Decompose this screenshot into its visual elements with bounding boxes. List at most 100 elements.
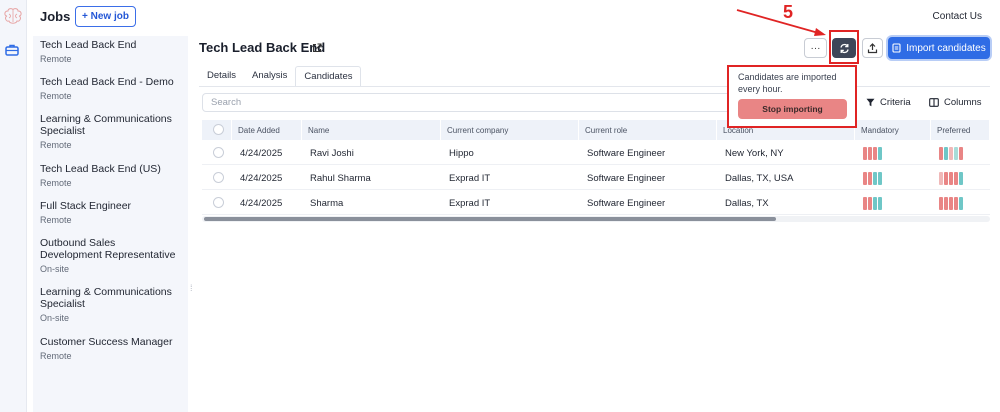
import-status-popover: Candidates are imported every hour. Stop… — [727, 65, 857, 128]
preferred-score-bars — [939, 197, 963, 210]
company-cell: Exprad IT — [449, 198, 491, 209]
score-bar — [878, 147, 882, 160]
job-list-item[interactable]: Tech Lead Back End - Demo Remote — [40, 76, 180, 102]
score-bar — [939, 172, 943, 185]
score-bar — [878, 172, 882, 185]
new-job-button[interactable]: + New job — [75, 6, 136, 27]
import-document-icon — [892, 43, 901, 53]
score-bar — [873, 172, 877, 185]
horizontal-scrollbar-thumb[interactable] — [204, 217, 776, 221]
score-bar — [939, 197, 943, 210]
tab-candidates[interactable]: Candidates — [295, 66, 362, 86]
columns-label: Columns — [944, 97, 982, 108]
role-cell: Software Engineer — [587, 198, 666, 209]
job-list-item[interactable]: Outbound Sales Development Representativ… — [40, 237, 180, 275]
score-bar — [878, 197, 882, 210]
column-header[interactable]: Date Added — [232, 120, 302, 140]
score-bar — [873, 147, 877, 160]
job-list-item[interactable]: Learning & Communications Specialist On-… — [40, 286, 180, 324]
score-bar — [939, 147, 943, 160]
job-list-item[interactable]: Tech Lead Back End (US) Remote — [40, 163, 180, 189]
date-added-cell: 4/24/2025 — [240, 173, 283, 184]
column-header[interactable]: Current role — [579, 120, 717, 140]
job-tabs: Details Analysis Candidates — [199, 66, 362, 86]
score-bar — [868, 197, 872, 210]
select-all-cell — [202, 120, 232, 140]
role-cell: Software Engineer — [587, 173, 666, 184]
job-location: Remote — [40, 351, 72, 361]
score-bar — [954, 197, 958, 210]
search-input[interactable]: Search — [202, 93, 732, 112]
table-row[interactable]: 4/24/2025 Ravi Joshi Hippo Software Engi… — [202, 140, 990, 165]
company-cell: Hippo — [449, 148, 474, 159]
page-title: Tech Lead Back End — [199, 40, 326, 55]
external-link-icon[interactable] — [312, 43, 322, 53]
panel-resize-handle[interactable]: ⁞ — [190, 283, 193, 293]
row-checkbox[interactable] — [213, 172, 224, 183]
column-header[interactable]: Mandatory — [855, 120, 931, 140]
score-bar — [949, 172, 953, 185]
column-header[interactable]: Name — [302, 120, 441, 140]
import-status-message: Candidates are imported every hour. — [738, 72, 837, 94]
brain-logo-icon — [4, 8, 22, 24]
name-cell[interactable]: Rahul Sharma — [304, 165, 371, 189]
job-location: Remote — [40, 54, 72, 64]
stop-importing-button[interactable]: Stop importing — [738, 99, 847, 119]
upload-icon — [867, 42, 878, 53]
mandatory-score-bars — [863, 147, 882, 160]
annotation-step-number: 5 — [783, 2, 794, 22]
job-location: Remote — [40, 140, 72, 150]
job-list-item[interactable]: Full Stack Engineer Remote — [40, 200, 180, 226]
criteria-button[interactable]: Criteria — [866, 97, 911, 108]
row-checkbox[interactable] — [213, 147, 224, 158]
score-bar — [959, 147, 963, 160]
job-location: Remote — [40, 91, 72, 101]
job-location: Remote — [40, 178, 72, 188]
tab-details[interactable]: Details — [199, 66, 244, 86]
job-title: Learning & Communications Specialist — [40, 113, 172, 137]
filter-icon — [866, 98, 875, 107]
date-added-cell: 4/24/2025 — [240, 148, 283, 159]
score-bar — [949, 197, 953, 210]
job-list-item[interactable]: Customer Success Manager Remote — [40, 336, 180, 362]
job-list-item[interactable]: Tech Lead Back End Remote — [40, 39, 180, 65]
score-bar — [868, 172, 872, 185]
company-cell: Exprad IT — [449, 173, 491, 184]
location-cell: New York, NY — [725, 148, 784, 159]
score-bar — [959, 172, 963, 185]
score-bar — [954, 147, 958, 160]
preferred-score-bars — [939, 147, 963, 160]
name-cell[interactable]: Ravi Joshi — [304, 140, 354, 164]
job-location: On-site — [40, 313, 70, 323]
export-button[interactable] — [862, 38, 883, 58]
score-bar — [944, 197, 948, 210]
mandatory-score-bars — [863, 197, 882, 210]
import-candidates-button[interactable]: Import candidates — [888, 37, 990, 59]
columns-icon — [929, 98, 939, 107]
briefcase-icon — [5, 44, 19, 56]
job-title: Tech Lead Back End (US) — [40, 163, 161, 175]
columns-button[interactable]: Columns — [929, 97, 982, 108]
table-row[interactable]: 4/24/2025 Rahul Sharma Exprad IT Softwar… — [202, 165, 990, 190]
contact-us-link[interactable]: Contact Us — [933, 11, 982, 22]
table-row[interactable]: 4/24/2025 Sharma Exprad IT Software Engi… — [202, 190, 990, 215]
tab-analysis[interactable]: Analysis — [244, 66, 295, 86]
column-header[interactable]: Preferred — [931, 120, 990, 140]
job-location: On-site — [40, 264, 70, 274]
select-all-checkbox[interactable] — [213, 124, 224, 135]
mandatory-score-bars — [863, 172, 882, 185]
location-cell: Dallas, TX — [725, 198, 769, 209]
jobs-nav-button[interactable] — [1, 40, 23, 60]
more-options-button[interactable]: ··· — [804, 38, 827, 58]
score-bar — [863, 197, 867, 210]
name-cell[interactable]: Sharma — [304, 190, 343, 214]
job-title: Full Stack Engineer — [40, 200, 132, 212]
row-checkbox[interactable] — [213, 197, 224, 208]
score-bar — [873, 197, 877, 210]
preferred-score-bars — [939, 172, 963, 185]
column-header[interactable]: Current company — [441, 120, 579, 140]
job-title: Outbound Sales Development Representativ… — [40, 237, 176, 261]
score-bar — [944, 172, 948, 185]
score-bar — [944, 147, 948, 160]
job-list-item[interactable]: Learning & Communications Specialist Rem… — [40, 113, 180, 151]
